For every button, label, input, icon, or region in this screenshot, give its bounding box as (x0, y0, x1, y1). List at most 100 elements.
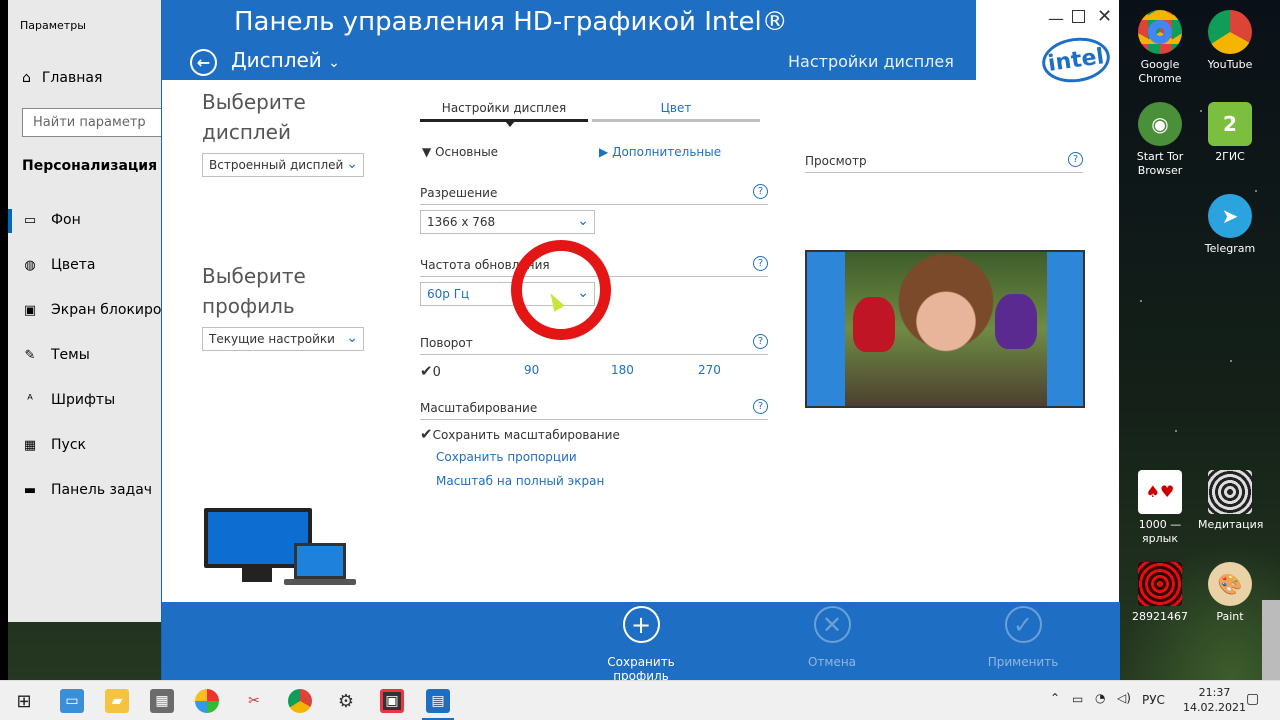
media-app-icon[interactable]: ▣ (380, 689, 404, 713)
desktop-icon-2gis[interactable]: 2 2ГИС (1198, 102, 1262, 164)
display-select[interactable]: Встроенный дисплей ⌄ (202, 153, 364, 177)
battery-icon[interactable]: ▭ (1072, 692, 1083, 706)
scaling-label: Масштабирование (420, 401, 538, 415)
settings-item-start[interactable]: ▦ Пуск (22, 437, 86, 453)
clock[interactable]: 21:37 14.02.2021 (1183, 685, 1246, 715)
settings-gear-icon[interactable]: ⚙ (334, 689, 358, 713)
desktop-icon-1000[interactable]: ♠♥ 1000 — ярлык (1128, 470, 1192, 546)
red-hand (853, 297, 895, 352)
intel-header: Панель управления HD-графикой Intel® ← Д… (162, 0, 976, 80)
apply-label: Применить (987, 655, 1059, 669)
home-icon: ⌂ (22, 70, 31, 86)
section-label: Дисплей (231, 48, 322, 72)
cancel-label: Отмена (807, 655, 857, 669)
scaling-option-maintain[interactable]: ✔Сохранить масштабирование (420, 425, 620, 443)
settings-item-label: Темы (51, 347, 90, 363)
advanced-toggle[interactable]: ▶ Дополнительные (599, 145, 721, 159)
settings-item-label: Шрифты (51, 392, 116, 408)
rotation-value: 0 (432, 365, 441, 380)
tab-display-settings[interactable]: Настройки дисплея (420, 101, 588, 115)
wifi-icon[interactable]: ◔ (1095, 691, 1105, 705)
tab-pointer (505, 121, 515, 127)
settings-item-themes[interactable]: ✎ Темы (22, 347, 90, 363)
intel-graphics-taskbar-icon[interactable]: ▤ (426, 689, 450, 713)
close-icon[interactable]: ✕ (1097, 6, 1112, 27)
settings-item-background[interactable]: ▭ Фон (22, 212, 81, 228)
tab-color[interactable]: Цвет (592, 101, 760, 115)
sidebar-window-edge (1262, 600, 1280, 680)
settings-title: Параметры (20, 19, 86, 32)
settings-item-fonts[interactable]: ᴬ Шрифты (22, 392, 115, 408)
rotation-option-90[interactable]: 90 (524, 363, 539, 377)
2gis-icon: 2 (1208, 102, 1252, 146)
file-explorer-icon[interactable]: ▰ (105, 689, 129, 713)
desktop-icon-label: Paint (1216, 610, 1244, 623)
youtube-chrome-icon (1208, 10, 1252, 54)
help-icon[interactable]: ? (753, 334, 768, 349)
scaling-option-aspect[interactable]: Сохранить пропорции (436, 450, 577, 464)
refresh-value: 60p Гц (427, 287, 470, 301)
paint-icon: 🎨 (1208, 562, 1252, 606)
rotation-option-270[interactable]: 270 (698, 363, 721, 377)
apply-button[interactable]: ✓ Применить (963, 606, 1083, 669)
desktop-icon-telegram[interactable]: ➤ Telegram (1198, 194, 1262, 256)
profile-select[interactable]: Текущие настройки ⌄ (202, 327, 364, 351)
settings-item-taskbar[interactable]: ▬ Панель задач (22, 482, 152, 498)
plus-icon: + (622, 606, 660, 643)
cards-icon: ♠♥ (1138, 470, 1182, 514)
help-icon[interactable]: ? (753, 184, 768, 199)
check-icon: ✓ (1004, 606, 1042, 643)
settings-home-link[interactable]: ⌂ Главная (22, 70, 102, 86)
cancel-button[interactable]: ✕ Отмена (772, 606, 892, 669)
intel-footer: + Сохранить профиль ✕ Отмена ✓ Применить (162, 602, 1120, 683)
choose-profile-label: Выберите профиль (202, 261, 306, 321)
choose-profile-line: Выберите (202, 264, 306, 288)
settings-item-label: Фон (51, 212, 81, 228)
lockscreen-icon: ▣ (23, 302, 37, 318)
resolution-label: Разрешение (420, 186, 498, 200)
help-icon[interactable]: ? (753, 256, 768, 271)
start-windows-icon[interactable]: ⊞ (12, 689, 36, 713)
chevron-up-icon[interactable]: ⌃ (1050, 691, 1060, 705)
choose-profile-line: профиль (202, 294, 295, 318)
settings-item-colors[interactable]: ◍ Цвета (22, 257, 95, 273)
maximize-icon[interactable] (1072, 10, 1085, 23)
start-icon: ▦ (23, 437, 37, 453)
settings-item-label: Цвета (51, 257, 96, 273)
desktop-icon-label: Медитация (1198, 518, 1264, 531)
chrome-taskbar-icon[interactable] (288, 689, 312, 713)
photos-pinwheel-icon[interactable] (195, 689, 219, 713)
volume-icon[interactable]: ◁) (1117, 691, 1131, 705)
rotation-section: Поворот ? (420, 334, 768, 355)
calculator-icon[interactable]: ▦ (150, 689, 174, 713)
back-arrow-icon[interactable]: ← (190, 49, 217, 76)
minimize-icon[interactable]: — (1048, 9, 1064, 28)
preview-section: Просмотр ? (805, 152, 1083, 173)
language-indicator[interactable]: РУС (1142, 693, 1165, 707)
desktop-icon-meditation[interactable]: Медитация (1198, 470, 1264, 532)
scaling-option-fullscreen[interactable]: Масштаб на полный экран (436, 474, 604, 488)
basic-toggle[interactable]: ▼ Основные (422, 145, 498, 159)
meditation-icon (1208, 470, 1252, 514)
triangle-down-icon: ▼ (422, 145, 432, 159)
desktop-icon-chrome[interactable]: Google Chrome (1128, 10, 1192, 86)
section-dropdown[interactable]: Дисплей ⌄ (231, 48, 340, 72)
rotation-option-0[interactable]: ✔0 (420, 362, 441, 380)
notifications-icon[interactable]: ▢ (1246, 691, 1259, 707)
rotation-option-180[interactable]: 180 (611, 363, 634, 377)
desktop-icon-youtube[interactable]: YouTube (1198, 10, 1262, 72)
basic-label: Основные (435, 145, 499, 159)
help-icon[interactable]: ? (753, 399, 768, 414)
desktop-icon-label: Telegram (1204, 242, 1256, 255)
preview-image (805, 250, 1085, 408)
resolution-value: 1366 x 768 (427, 215, 496, 229)
settings-search-input[interactable]: Найти параметр (22, 108, 172, 137)
resolution-select[interactable]: 1366 x 768 ⌄ (420, 210, 595, 234)
desktop-icon-paint[interactable]: 🎨 Paint (1198, 562, 1262, 624)
scissors-icon[interactable]: ✂ (242, 689, 266, 713)
desktop-icon-28921467[interactable]: 28921467 (1128, 562, 1192, 624)
save-profile-button[interactable]: + Сохранить профиль (581, 606, 701, 683)
desktop-icon-tor[interactable]: ◉ Start Tor Browser (1128, 102, 1192, 178)
explorer-window-icon[interactable]: ▭ (60, 689, 84, 713)
help-icon[interactable]: ? (1068, 152, 1083, 167)
